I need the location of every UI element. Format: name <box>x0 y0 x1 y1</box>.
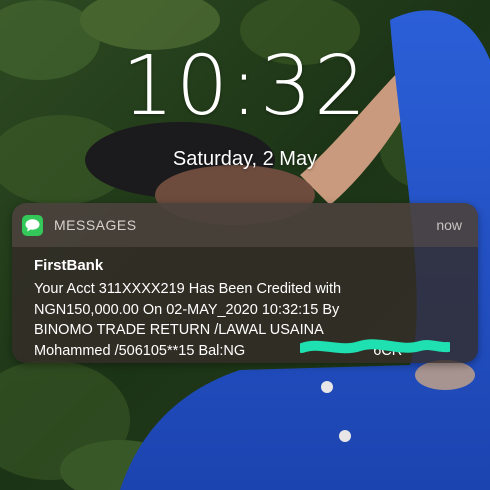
redaction-scribble <box>300 339 450 354</box>
body-line: Your Acct 311XXXX219 Has Been Credited w… <box>34 281 342 297</box>
messages-icon <box>22 215 43 236</box>
lockscreen-date: Saturday, 2 May <box>172 148 318 170</box>
lockscreen-clock: 10:32 <box>121 39 369 134</box>
body-line: NGN150,000.00 On 02-MAY_2020 10:32:15 By <box>34 301 340 318</box>
body-line-start: Mohammed /506105**15 Bal:NG <box>34 342 246 359</box>
body-line: BINOMO TRADE RETURN /LAWAL USAINA <box>34 322 324 338</box>
sms-notification[interactable]: MESSAGES now FirstBank Your Acct 311XXXX… <box>12 203 478 363</box>
notification-header: MESSAGES now <box>12 203 478 247</box>
notification-sender: FirstBank <box>34 257 104 274</box>
app-name: MESSAGES <box>54 217 137 233</box>
notification-time: now <box>436 217 462 233</box>
